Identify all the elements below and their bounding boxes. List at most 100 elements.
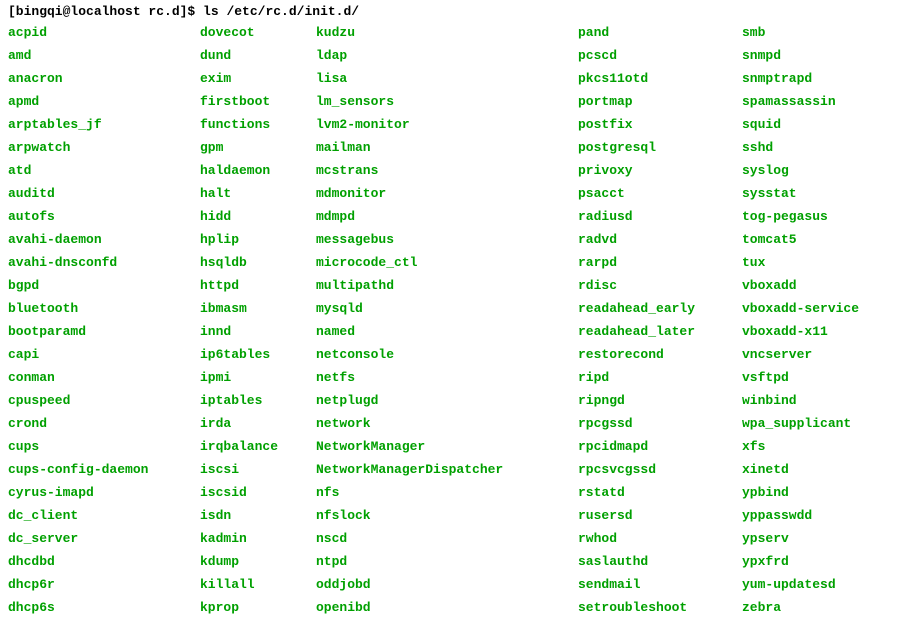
file-entry: httpd (200, 274, 316, 297)
file-entry: sshd (742, 136, 859, 159)
file-entry: snmptrapd (742, 67, 859, 90)
file-entry: acpid (8, 21, 200, 44)
file-entry: setroubleshoot (578, 596, 742, 619)
file-entry: dovecot (200, 21, 316, 44)
file-entry: winbind (742, 389, 859, 412)
file-entry: iscsid (200, 481, 316, 504)
file-entry: dhcp6s (8, 596, 200, 619)
file-entry: exim (200, 67, 316, 90)
file-entry: tomcat5 (742, 228, 859, 251)
file-entry: lm_sensors (316, 90, 578, 113)
file-entry: cpuspeed (8, 389, 200, 412)
file-entry: avahi-daemon (8, 228, 200, 251)
file-entry: messagebus (316, 228, 578, 251)
file-entry: hplip (200, 228, 316, 251)
file-entry: rpcsvcgssd (578, 458, 742, 481)
file-entry: vboxadd-service (742, 297, 859, 320)
prompt-user-host: [bingqi@localhost rc.d]$ (8, 4, 195, 19)
file-entry: NetworkManager (316, 435, 578, 458)
file-entry: capi (8, 343, 200, 366)
file-entry: ldap (316, 44, 578, 67)
terminal-prompt-line: [bingqi@localhost rc.d]$ ls /etc/rc.d/in… (8, 4, 906, 19)
file-entry: avahi-dnsconfd (8, 251, 200, 274)
file-entry: iptables (200, 389, 316, 412)
file-entry: zebra (742, 596, 859, 619)
file-entry: rdisc (578, 274, 742, 297)
file-entry: snmpd (742, 44, 859, 67)
file-entry: oddjobd (316, 573, 578, 596)
file-entry: spamassassin (742, 90, 859, 113)
file-entry: gpm (200, 136, 316, 159)
file-entry: netplugd (316, 389, 578, 412)
file-entry: ibmasm (200, 297, 316, 320)
listing-column-1: acpidamdanacronapmdarptables_jfarpwatcha… (8, 21, 200, 619)
file-entry: killall (200, 573, 316, 596)
file-entry: pkcs11otd (578, 67, 742, 90)
file-entry: restorecond (578, 343, 742, 366)
file-entry: vncserver (742, 343, 859, 366)
file-entry: bootparamd (8, 320, 200, 343)
file-entry: ypxfrd (742, 550, 859, 573)
file-entry: hsqldb (200, 251, 316, 274)
file-entry: rstatd (578, 481, 742, 504)
file-entry: privoxy (578, 159, 742, 182)
file-entry: ip6tables (200, 343, 316, 366)
file-entry: xfs (742, 435, 859, 458)
file-entry: dhcp6r (8, 573, 200, 596)
file-entry: haldaemon (200, 159, 316, 182)
file-entry: rpcgssd (578, 412, 742, 435)
file-entry: yum-updatesd (742, 573, 859, 596)
file-entry: firstboot (200, 90, 316, 113)
listing-column-5: smbsnmpdsnmptrapdspamassassinsquidsshd sy… (742, 21, 859, 619)
file-entry: postfix (578, 113, 742, 136)
file-entry: saslauthd (578, 550, 742, 573)
file-entry: portmap (578, 90, 742, 113)
file-entry: nfs (316, 481, 578, 504)
file-entry: auditd (8, 182, 200, 205)
file-entry: radiusd (578, 205, 742, 228)
file-entry: conman (8, 366, 200, 389)
file-entry: NetworkManagerDispatcher (316, 458, 578, 481)
file-entry: isdn (200, 504, 316, 527)
file-entry: lvm2-monitor (316, 113, 578, 136)
file-entry: cups (8, 435, 200, 458)
file-entry: rarpd (578, 251, 742, 274)
file-entry: ipmi (200, 366, 316, 389)
file-entry: kudzu (316, 21, 578, 44)
file-entry: readahead_later (578, 320, 742, 343)
file-entry: psacct (578, 182, 742, 205)
file-entry: lisa (316, 67, 578, 90)
file-entry: mysqld (316, 297, 578, 320)
file-entry: bgpd (8, 274, 200, 297)
file-listing: acpidamdanacronapmdarptables_jfarpwatcha… (8, 21, 906, 619)
file-entry: irda (200, 412, 316, 435)
file-entry: smb (742, 21, 859, 44)
file-entry: dc_client (8, 504, 200, 527)
file-entry: ypbind (742, 481, 859, 504)
file-entry: squid (742, 113, 859, 136)
listing-column-2: dovecotdundeximfirstbootfunctionsgpmhald… (200, 21, 316, 619)
file-entry: tog-pegasus (742, 205, 859, 228)
file-entry: named (316, 320, 578, 343)
file-entry: rpcidmapd (578, 435, 742, 458)
file-entry: iscsi (200, 458, 316, 481)
file-entry: nfslock (316, 504, 578, 527)
file-entry: anacron (8, 67, 200, 90)
file-entry: bluetooth (8, 297, 200, 320)
file-entry: crond (8, 412, 200, 435)
file-entry: rusersd (578, 504, 742, 527)
file-entry: yppasswdd (742, 504, 859, 527)
file-entry: sysstat (742, 182, 859, 205)
file-entry: pand (578, 21, 742, 44)
file-entry: netfs (316, 366, 578, 389)
file-entry: pcscd (578, 44, 742, 67)
file-entry: postgresql (578, 136, 742, 159)
file-entry: ripd (578, 366, 742, 389)
file-entry: atd (8, 159, 200, 182)
file-entry: ripngd (578, 389, 742, 412)
file-entry: irqbalance (200, 435, 316, 458)
file-entry: vsftpd (742, 366, 859, 389)
file-entry: amd (8, 44, 200, 67)
file-entry: ntpd (316, 550, 578, 573)
file-entry: openibd (316, 596, 578, 619)
